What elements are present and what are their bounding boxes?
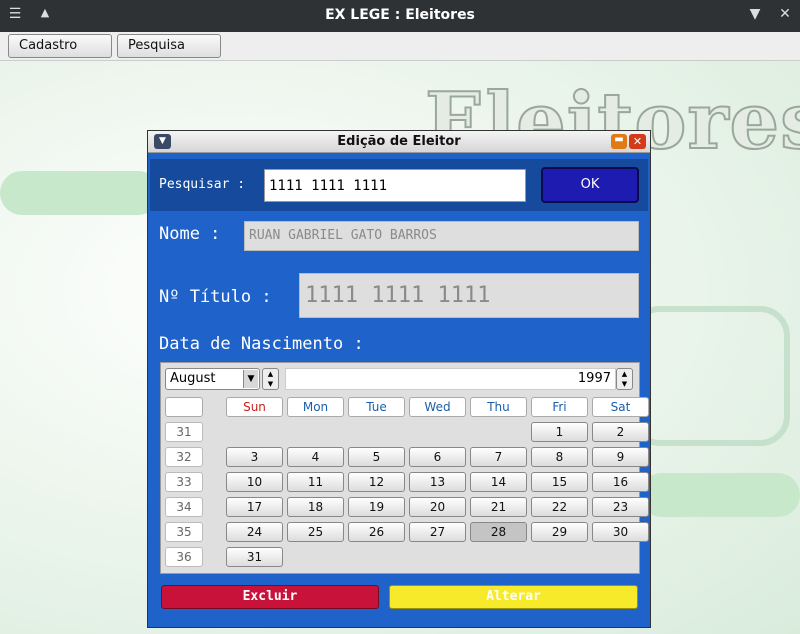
day-button[interactable]: 26 <box>348 522 405 542</box>
week-number: 33 <box>165 472 203 492</box>
decorative-bar <box>0 171 160 215</box>
decorative-circuit <box>630 306 790 446</box>
day-button[interactable]: 27 <box>409 522 466 542</box>
day-button[interactable]: 18 <box>287 497 344 517</box>
alterar-button[interactable]: Alterar <box>389 585 638 609</box>
weekday-header: Fri <box>531 397 588 417</box>
minimize-icon[interactable]: ▼ <box>745 6 765 22</box>
dialog-minimize-icon[interactable]: ▬ <box>611 134 627 149</box>
day-button[interactable]: 13 <box>409 472 466 492</box>
day-button[interactable]: 17 <box>226 497 283 517</box>
weekday-header: Sat <box>592 397 649 417</box>
day-button[interactable]: 1 <box>531 422 588 442</box>
day-button[interactable]: 11 <box>287 472 344 492</box>
search-label: Pesquisar : <box>159 177 246 192</box>
cadastro-menu-button[interactable]: Cadastro [+] <box>8 34 112 75</box>
day-button[interactable]: 7 <box>470 447 527 467</box>
dialog-titlebar: ▼ Edição de Eleitor ▬ ✕ <box>148 131 650 153</box>
titulo-label: Nº Título : <box>159 287 272 307</box>
week-number: 32 <box>165 447 203 467</box>
year-spinner[interactable]: ▲ ▼ <box>616 368 633 390</box>
day-button[interactable]: 22 <box>531 497 588 517</box>
day-button[interactable]: 16 <box>592 472 649 492</box>
day-button[interactable]: 21 <box>470 497 527 517</box>
dialog-close-icon[interactable]: ✕ <box>629 134 646 149</box>
day-button[interactable]: 2 <box>592 422 649 442</box>
nome-field[interactable]: RUAN GABRIEL GATO BARROS <box>244 221 639 251</box>
week-number: 31 <box>165 422 203 442</box>
week-number: 35 <box>165 522 203 542</box>
day-button[interactable]: 29 <box>531 522 588 542</box>
close-icon[interactable]: ✕ <box>775 6 795 22</box>
day-button[interactable]: 15 <box>531 472 588 492</box>
window-title: EX LEGE : Eleitores <box>325 7 475 23</box>
decorative-bar <box>640 473 800 517</box>
pesquisa-menu-button[interactable]: Pesquisa [+] <box>117 34 221 75</box>
day-button[interactable]: 25 <box>287 522 344 542</box>
weekday-header: Thu <box>470 397 527 417</box>
excluir-button[interactable]: Excluir <box>161 585 379 609</box>
search-input[interactable] <box>264 169 526 202</box>
day-button[interactable]: 24 <box>226 522 283 542</box>
weekday-header: Tue <box>348 397 405 417</box>
year-field[interactable]: 1997 <box>285 368 616 390</box>
day-button[interactable]: 9 <box>592 447 649 467</box>
edit-eleitor-dialog: ▼ Edição de Eleitor ▬ ✕ Pesquisar : OK N… <box>147 130 651 628</box>
nascimento-label: Data de Nascimento : <box>159 334 364 354</box>
day-button[interactable]: 30 <box>592 522 649 542</box>
dialog-title: Edição de Eleitor <box>337 134 461 149</box>
ok-button[interactable]: OK <box>541 167 639 203</box>
day-button[interactable]: 20 <box>409 497 466 517</box>
day-button[interactable]: 6 <box>409 447 466 467</box>
weekday-header: Wed <box>409 397 466 417</box>
chevron-down-icon[interactable]: ▼ <box>243 370 258 388</box>
month-select[interactable]: August ▼ <box>165 368 260 390</box>
menu-bar: Cadastro [+] Pesquisa [+] <box>0 32 800 75</box>
day-button[interactable]: 10 <box>226 472 283 492</box>
day-button[interactable]: 12 <box>348 472 405 492</box>
weekday-header: Mon <box>287 397 344 417</box>
month-spinner[interactable]: ▲ ▼ <box>262 368 279 390</box>
week-number: 36 <box>165 547 203 567</box>
month-value: August <box>170 371 216 386</box>
weekday-header: Sun <box>226 397 283 417</box>
day-button[interactable]: 19 <box>348 497 405 517</box>
titulo-field[interactable]: 1111 1111 1111 <box>299 273 639 318</box>
day-button[interactable]: 3 <box>226 447 283 467</box>
day-button[interactable]: 23 <box>592 497 649 517</box>
day-button[interactable]: 28 <box>470 522 527 542</box>
week-number: 34 <box>165 497 203 517</box>
date-chooser: August ▼ ▲ ▼ 1997 ▲ ▼ Sun Mon Tue Wed Thu Fri Sat… <box>160 362 649 574</box>
week-header-blank <box>165 397 203 417</box>
day-button[interactable]: 5 <box>348 447 405 467</box>
nome-label: Nome : <box>159 224 221 244</box>
day-button[interactable]: 8 <box>531 447 588 467</box>
day-button[interactable]: 31 <box>226 547 283 567</box>
day-button[interactable]: 14 <box>470 472 527 492</box>
day-button[interactable]: 4 <box>287 447 344 467</box>
window-titlebar: ☰ ▲ EX LEGE : Eleitores ▼ ✕ <box>0 0 800 32</box>
